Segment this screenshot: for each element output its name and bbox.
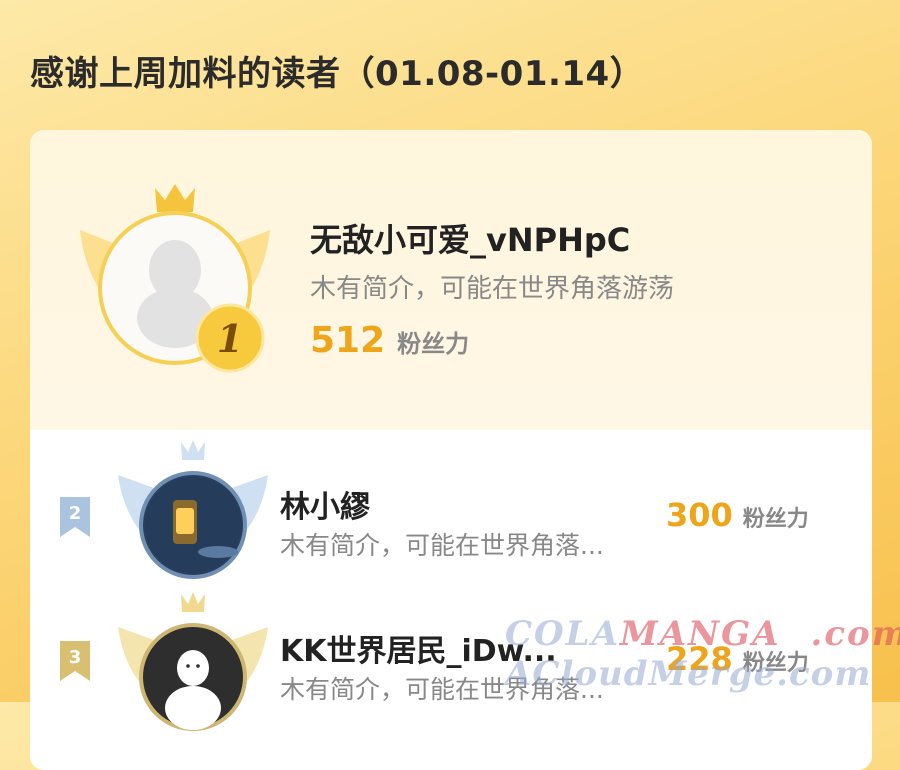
page-title: 感谢上周加料的读者（01.08-01.14） (30, 54, 645, 94)
gold-crown-avatar-badge: 1 (80, 184, 270, 373)
ranking-row-fans: 300 粉丝力 (666, 496, 809, 534)
first-place-name: 无敌小可爱_vNPHpC (310, 221, 631, 259)
bronze-rank-badge-icon: 3 (60, 641, 90, 681)
fans-label: 粉丝力 (397, 330, 470, 358)
silver-rank-badge-icon: 2 (60, 497, 90, 537)
svg-text:2: 2 (69, 503, 82, 524)
watermark-line-2: ACloudMerge.com (505, 654, 872, 694)
ranking-list: 2 林小繆 木有简介，可能在世界角落... 300 粉丝力 3 KK世界居民_i… (30, 430, 872, 770)
ranking-row-name: 林小繆 (280, 490, 370, 525)
silver-avatar-frame (118, 440, 268, 579)
fans-count: 300 (666, 496, 733, 534)
fans-count: 512 (310, 320, 386, 361)
watermark: COLAMANGA .com ACloudMerge.com (505, 614, 900, 702)
bronze-avatar-frame (118, 592, 268, 731)
svg-text:3: 3 (69, 647, 82, 668)
ranking-row-2[interactable]: 2 林小繆 木有简介，可能在世界角落... 300 粉丝力 (30, 440, 872, 590)
watermark-line-1: COLAMANGA .com (505, 614, 900, 654)
ranking-row-bio: 木有简介，可能在世界角落... (280, 531, 604, 560)
first-place-section[interactable]: 1 无敌小可爱_vNPHpC 木有简介，可能在世界角落游荡 512 粉丝力 (30, 130, 872, 430)
fans-label: 粉丝力 (742, 507, 809, 532)
first-place-fans: 512 粉丝力 (310, 320, 469, 361)
first-rank-number: 1 (217, 316, 243, 361)
first-place-bio: 木有简介，可能在世界角落游荡 (310, 274, 675, 304)
